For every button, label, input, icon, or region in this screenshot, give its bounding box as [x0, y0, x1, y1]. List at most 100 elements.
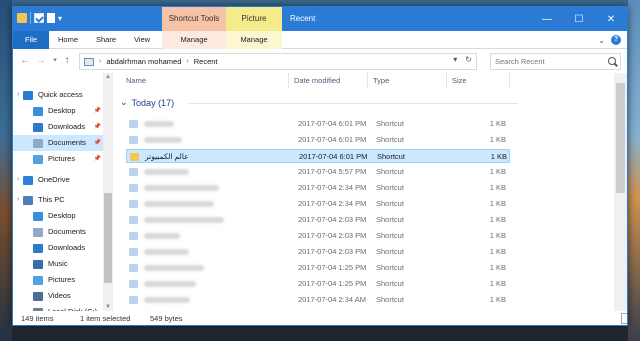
shortcut-icon	[129, 200, 138, 208]
file-row[interactable]: 2017-07-04 5:57 PM Shortcut 1 KB	[126, 165, 510, 179]
file-row[interactable]: 2017-07-04 2:34 PM Shortcut 1 KB	[126, 181, 510, 195]
file-type: Shortcut	[376, 215, 404, 224]
address-bar: ← → ▾ ↑ › abdalrhman mohamed › Recent ▾ …	[13, 50, 627, 72]
file-row[interactable]: 2017-07-04 1:25 PM Shortcut 1 KB	[126, 261, 510, 275]
navigation-scroll-thumb[interactable]	[104, 193, 112, 283]
tab-home[interactable]: Home	[49, 31, 87, 49]
tab-file[interactable]: File	[13, 31, 49, 49]
scroll-up-icon[interactable]: ▲	[103, 74, 113, 80]
forward-arrow-icon[interactable]: →	[35, 55, 47, 67]
pin-icon[interactable]: 📌	[94, 119, 101, 135]
file-row[interactable]: 2017-07-04 2:34 AM Shortcut 1 KB	[126, 293, 510, 307]
column-name[interactable]: Name	[126, 73, 146, 89]
column-size[interactable]: Size	[452, 73, 467, 89]
pin-icon[interactable]: 📌	[94, 135, 101, 151]
sidebar-item-pc-pictures[interactable]: Pictures	[13, 272, 103, 288]
sidebar-item-local-disk[interactable]: Local Disk (C:)	[13, 304, 103, 311]
file-type: Shortcut	[376, 199, 404, 208]
sidebar-item-pc-documents[interactable]: Documents	[13, 224, 103, 240]
breadcrumb-recent[interactable]: Recent	[194, 57, 218, 66]
navigation-scrollbar[interactable]: ▲ ▼	[103, 73, 113, 311]
sidebar-item-videos[interactable]: Videos	[13, 288, 103, 304]
file-row[interactable]: 2017-07-04 1:25 PM Shortcut 1 KB	[126, 277, 510, 291]
file-row[interactable]: 2017-07-04 2:03 PM Shortcut 1 KB	[126, 229, 510, 243]
breadcrumb-chevron-icon[interactable]: ›	[186, 58, 188, 65]
scroll-down-icon[interactable]: ▼	[103, 304, 113, 310]
refresh-icon[interactable]: ↻	[465, 55, 472, 64]
file-type: Shortcut	[376, 295, 404, 304]
blurred-file-name	[144, 169, 189, 175]
maximize-button[interactable]: ☐	[563, 7, 595, 31]
sidebar-item-downloads[interactable]: Downloads 📌	[13, 119, 103, 135]
shortcut-icon	[129, 232, 138, 240]
search-icon[interactable]	[608, 57, 616, 65]
item-count: 149 items	[21, 314, 54, 323]
sidebar-item-quick-access[interactable]: › Quick access	[13, 87, 103, 103]
column-type[interactable]: Type	[373, 73, 389, 89]
up-arrow-icon[interactable]: ↑	[61, 55, 73, 67]
close-button[interactable]: ✕	[595, 7, 627, 31]
column-divider[interactable]	[288, 73, 289, 89]
file-row[interactable]: 2017-07-04 2:03 PM Shortcut 1 KB	[126, 213, 510, 227]
column-date-modified[interactable]: Date modified	[294, 73, 340, 89]
file-list-scroll-thumb[interactable]	[616, 83, 625, 193]
sidebar-item-documents[interactable]: Documents 📌	[13, 135, 103, 151]
tab-share[interactable]: Share	[87, 31, 125, 49]
sidebar-item-this-pc[interactable]: › This PC	[13, 192, 103, 208]
large-icons-view-icon[interactable]	[621, 313, 627, 324]
sidebar-item-label: Documents	[48, 227, 86, 236]
history-dropdown-icon[interactable]: ▾	[453, 55, 457, 64]
tab-manage-shortcut[interactable]: Manage	[162, 31, 226, 49]
help-icon[interactable]: ?	[611, 35, 621, 45]
breadcrumb-chevron-icon[interactable]: ›	[99, 58, 101, 65]
file-date: 2017-07-04 2:03 PM	[298, 215, 367, 224]
minimize-button[interactable]: —	[531, 7, 563, 31]
expand-ribbon-icon[interactable]: ⌄	[598, 36, 605, 45]
pin-icon[interactable]: 📌	[94, 151, 101, 167]
file-date: 2017-07-04 2:34 AM	[298, 295, 366, 304]
file-date: 2017-07-04 5:57 PM	[298, 167, 367, 176]
blurred-file-name	[144, 281, 196, 287]
tab-manage-picture[interactable]: Manage	[226, 31, 282, 49]
sidebar-item-pictures[interactable]: Pictures 📌	[13, 151, 103, 167]
properties-icon[interactable]	[34, 13, 44, 23]
sidebar-item-onedrive[interactable]: › OneDrive	[13, 172, 103, 188]
recent-folder-icon	[84, 57, 94, 66]
sidebar-item-desktop[interactable]: Desktop 📌	[13, 103, 103, 119]
file-row[interactable]: عالم الكمبيوتر 2017-07-04 6:01 PM Shortcut…	[126, 149, 510, 163]
search-input[interactable]: Search Recent	[490, 53, 621, 70]
back-arrow-icon[interactable]: ←	[19, 55, 31, 67]
file-row[interactable]: 2017-07-04 2:34 PM Shortcut 1 KB	[126, 197, 510, 211]
sidebar-item-label: Quick access	[38, 90, 83, 99]
sidebar-item-pc-desktop[interactable]: Desktop	[13, 208, 103, 224]
expand-chevron-icon[interactable]: ›	[13, 172, 23, 188]
sidebar-item-pc-downloads[interactable]: Downloads	[13, 240, 103, 256]
customize-toolbar-icon[interactable]: ▾	[58, 14, 62, 23]
group-header-today[interactable]: ⌄ Today (17)	[120, 97, 174, 108]
new-folder-icon[interactable]	[47, 13, 55, 23]
pin-icon[interactable]: 📌	[94, 103, 101, 119]
sidebar-item-music[interactable]: Music	[13, 256, 103, 272]
explorer-window: ▾ Shortcut Tools Picture Tools Recent — …	[12, 6, 628, 326]
expand-chevron-icon[interactable]: ›	[13, 87, 23, 103]
path-box[interactable]: › abdalrhman mohamed › Recent ▾ ↻	[79, 53, 477, 70]
collapse-chevron-icon[interactable]: ⌄	[120, 97, 128, 108]
file-row[interactable]: 2017-07-04 6:01 PM Shortcut 1 KB	[126, 117, 510, 131]
file-row[interactable]: 2017-07-04 6:01 PM Shortcut 1 KB	[126, 133, 510, 147]
expand-chevron-icon[interactable]: ›	[13, 192, 23, 208]
column-divider[interactable]	[509, 73, 510, 89]
column-divider[interactable]	[367, 73, 368, 89]
sidebar-item-label: Downloads	[48, 122, 86, 131]
file-date: 2017-07-04 6:01 PM	[299, 152, 368, 161]
sidebar-item-label: Desktop	[48, 106, 76, 115]
column-divider[interactable]	[446, 73, 447, 89]
tab-view[interactable]: View	[125, 31, 159, 49]
sidebar-item-label: This PC	[38, 195, 65, 204]
recent-locations-icon[interactable]: ▾	[49, 55, 61, 67]
file-list-scrollbar[interactable]	[614, 73, 627, 311]
file-row[interactable]: 2017-07-04 2:03 PM Shortcut 1 KB	[126, 245, 510, 259]
file-size: 1 KB	[489, 167, 506, 176]
pictures-icon	[33, 275, 43, 285]
breadcrumb-user[interactable]: abdalrhman mohamed	[106, 57, 181, 66]
status-bar: 149 items 1 item selected 549 bytes	[13, 311, 627, 325]
